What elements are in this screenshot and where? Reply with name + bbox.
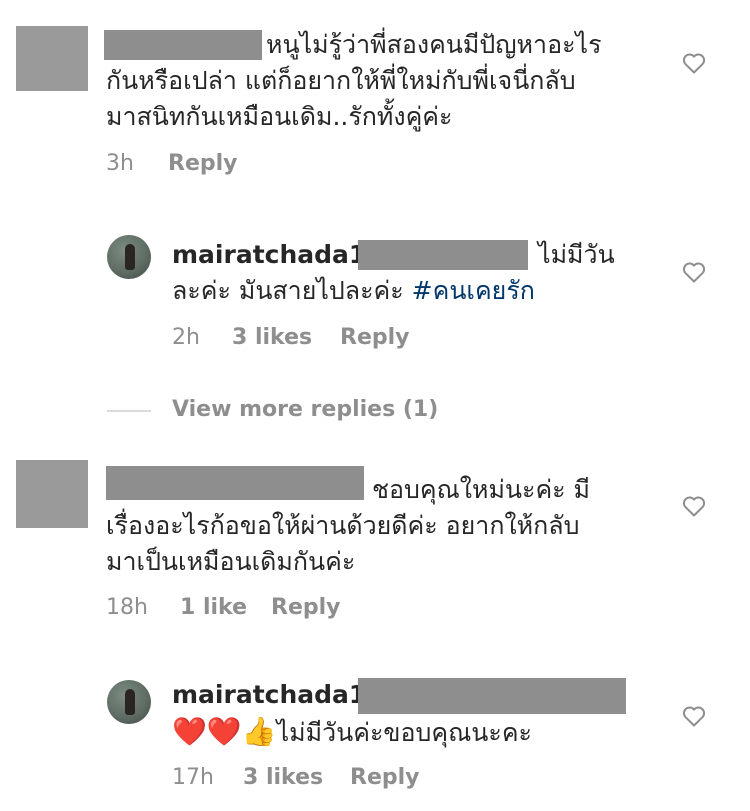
likes-count[interactable]: 3 likes bbox=[232, 325, 312, 350]
reply-button[interactable]: Reply bbox=[350, 765, 420, 790]
likes-count[interactable]: 3 likes bbox=[243, 765, 323, 790]
comment-text-line: หนูไม่รู้ว่าพี่สองคนมีปัญหาอะไร bbox=[266, 30, 602, 59]
avatar[interactable] bbox=[107, 680, 151, 724]
redacted-username bbox=[358, 678, 626, 714]
reply-button[interactable]: Reply bbox=[271, 595, 341, 620]
avatar[interactable] bbox=[16, 26, 88, 91]
username[interactable]: mairatchada1 bbox=[172, 240, 366, 269]
comment-text: ไม่มีวันค่ะขอบคุณนะคะ bbox=[276, 718, 532, 747]
likes-count[interactable]: 1 like bbox=[180, 595, 247, 620]
view-more-replies-button[interactable]: View more replies (1) bbox=[172, 397, 438, 422]
comment-text-line: มาเป็นเหมือนเดิมกันค่ะ bbox=[106, 547, 356, 576]
heart-outline-icon[interactable] bbox=[682, 52, 706, 74]
comment-text-line: ❤️❤️👍ไม่มีวันค่ะขอบคุณนะคะ bbox=[172, 714, 532, 751]
reply-button[interactable]: Reply bbox=[340, 325, 410, 350]
heart-outline-icon[interactable] bbox=[682, 705, 706, 727]
comment-text-line: เรื่องอะไรก้อขอให้ผ่านด้วยดีค่ะ อยากให้ก… bbox=[106, 511, 580, 540]
avatar[interactable] bbox=[107, 235, 151, 279]
comment-text-line: มาสนิทกันเหมือนเดิม..รักทั้งคู่ค่ะ bbox=[106, 102, 453, 131]
hashtag-link[interactable]: #คนเคยรัก bbox=[412, 276, 535, 305]
comment-text-line: ชอบคุณใหม่นะค่ะ มี bbox=[372, 475, 591, 504]
redacted-username bbox=[358, 240, 528, 270]
username[interactable]: mairatchada1 bbox=[172, 680, 366, 709]
emoji-reaction: ❤️❤️👍 bbox=[172, 715, 277, 748]
view-more-divider bbox=[107, 410, 151, 412]
comment-text-line: ละค่ะ มันสายไปละค่ะ #คนเคยรัก bbox=[172, 273, 535, 309]
redacted-username bbox=[106, 466, 364, 500]
redacted-username bbox=[104, 30, 262, 60]
comment-text-line: กันหรือเปล่า แต่ก็อยากให้พี่ใหม่กับพี่เจ… bbox=[106, 66, 576, 95]
comment-time: 17h bbox=[172, 765, 214, 790]
comment-time: 3h bbox=[106, 151, 134, 176]
avatar[interactable] bbox=[16, 460, 88, 528]
comment-text-line: ไม่มีวัน bbox=[538, 240, 615, 269]
reply-button[interactable]: Reply bbox=[168, 151, 238, 176]
comment-time: 18h bbox=[106, 595, 148, 620]
heart-outline-icon[interactable] bbox=[682, 261, 706, 283]
heart-outline-icon[interactable] bbox=[682, 495, 706, 517]
comment-time: 2h bbox=[172, 325, 200, 350]
comment-text: ละค่ะ มันสายไปละค่ะ bbox=[172, 276, 412, 305]
